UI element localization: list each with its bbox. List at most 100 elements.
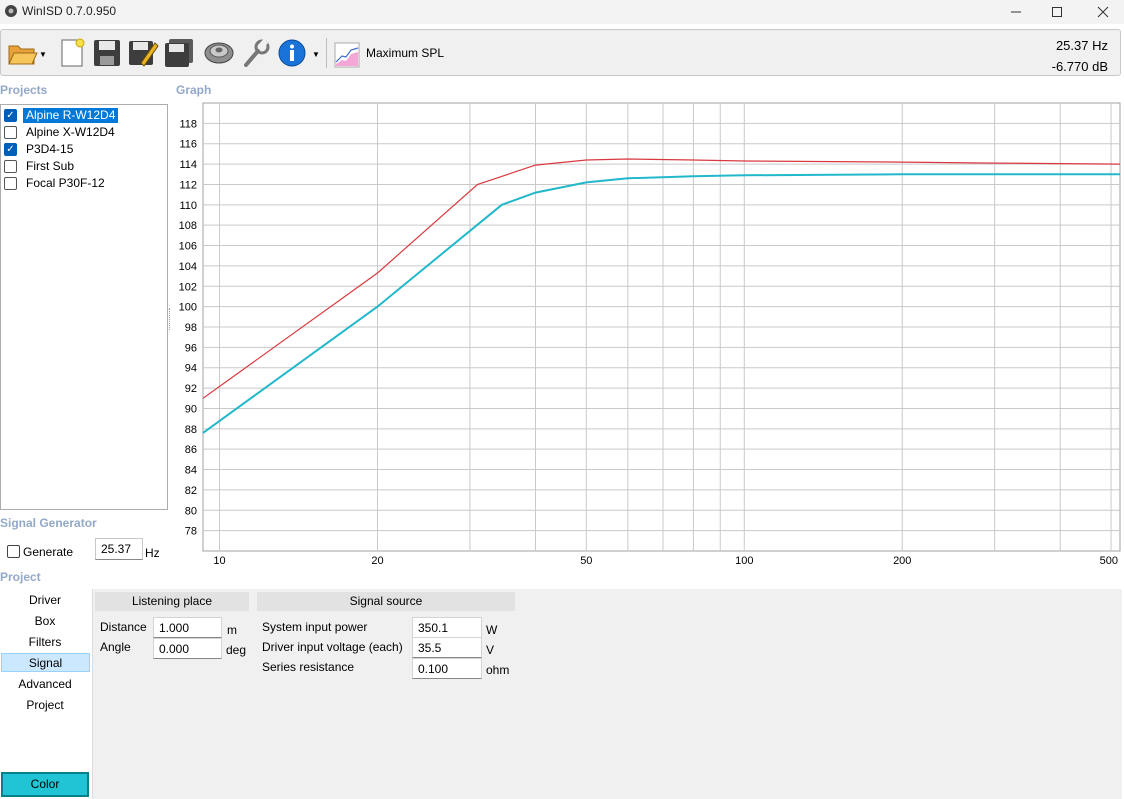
graph-title: Graph (176, 83, 212, 97)
y-tick-label: 114 (179, 159, 197, 171)
window-title: WinISD 0.7.0.950 (22, 4, 117, 18)
spl-chart[interactable]: 78 80 82 84 86 88 90 92 94 96 98 100 102 104 106 108 110… (170, 100, 1124, 572)
project-item[interactable]: Focal P30F-12 (2, 175, 108, 192)
input-voltage-unit: V (486, 643, 495, 657)
y-tick-label: 108 (179, 220, 197, 232)
save-all-button[interactable] (162, 36, 196, 70)
y-tick-label: 92 (185, 383, 197, 395)
minimize-icon (1011, 11, 1021, 13)
cursor-level-readout: -6.770 dB (1051, 59, 1108, 74)
save-button[interactable] (90, 36, 124, 70)
toolbar-separator (326, 38, 327, 68)
generator-frequency-input[interactable]: 25.37 (95, 538, 143, 560)
angle-input[interactable]: 0.000 (153, 638, 222, 659)
save-all-icon (165, 39, 193, 67)
input-power-label: System input power (262, 620, 368, 634)
y-tick-label: 102 (179, 281, 197, 293)
project-item[interactable]: First Sub (2, 158, 77, 175)
signal-settings-panel: Listening place Distance 1.000 m Angle 0… (92, 589, 1122, 799)
y-tick-label: 82 (185, 485, 197, 497)
project-label[interactable]: First Sub (23, 159, 77, 174)
signal-source-header: Signal source (257, 592, 515, 611)
new-document-icon (61, 38, 85, 67)
y-tick-label: 86 (185, 444, 197, 456)
generate-label[interactable]: Generate (23, 545, 73, 559)
open-dropdown-icon[interactable]: ▼ (39, 50, 47, 59)
y-tick-label: 88 (185, 424, 197, 436)
color-button[interactable]: Color (1, 772, 89, 797)
project-label[interactable]: P3D4-15 (23, 142, 76, 157)
y-tick-label: 78 (185, 526, 197, 538)
project-checkbox[interactable] (4, 126, 17, 139)
project-checkbox[interactable]: ✓ (4, 143, 17, 156)
project-checkbox[interactable] (4, 177, 17, 190)
tools-wrench-icon (244, 38, 270, 67)
distance-label: Distance (100, 620, 147, 634)
y-tick-label: 98 (185, 322, 197, 334)
toolbar: ▼ ▼ Maximum SPL 25.37 Hz -6.770 dB (0, 29, 1121, 76)
projects-title: Projects (0, 83, 48, 97)
maximize-button[interactable] (1034, 0, 1080, 24)
x-tick-label: 200 (893, 555, 911, 567)
project-checkbox[interactable] (4, 160, 17, 173)
input-power-input[interactable]: 350.1 (412, 617, 482, 638)
graph-mode-button[interactable] (334, 42, 360, 71)
project-label[interactable]: Alpine R-W12D4 (23, 108, 119, 123)
y-tick-label: 116 (179, 139, 197, 151)
y-tick-label: 110 (179, 200, 197, 212)
driver-button[interactable] (202, 36, 236, 70)
tools-button[interactable] (239, 36, 273, 70)
graph-mode-label[interactable]: Maximum SPL (366, 46, 444, 60)
save-icon (94, 40, 120, 66)
driver-speaker-icon (204, 42, 234, 64)
close-button[interactable] (1080, 0, 1124, 24)
project-item[interactable]: Alpine X-W12D4 (2, 124, 118, 141)
angle-label: Angle (100, 640, 131, 654)
nav-driver[interactable]: Driver (0, 591, 90, 610)
project-label[interactable]: Focal P30F-12 (23, 176, 108, 191)
nav-project[interactable]: Project (0, 696, 90, 715)
info-button[interactable] (275, 36, 309, 70)
series-resistance-label: Series resistance (262, 660, 355, 674)
distance-input[interactable]: 1.000 (153, 617, 222, 638)
project-checkbox[interactable]: ✓ (4, 109, 17, 122)
open-button[interactable] (5, 36, 39, 70)
y-tick-label: 94 (185, 363, 197, 375)
x-tick-label: 50 (580, 555, 592, 567)
input-voltage-label: Driver input voltage (each) (262, 640, 403, 654)
x-tick-label: 10 (213, 555, 225, 567)
x-tick-label: 500 (1100, 555, 1118, 567)
nav-advanced[interactable]: Advanced (0, 675, 90, 694)
project-panel-title: Project (0, 570, 41, 584)
projects-list[interactable]: ✓ Alpine R-W12D4 Alpine X-W12D4 ✓ P3D4-1… (0, 104, 168, 510)
nav-box[interactable]: Box (0, 612, 90, 631)
nav-filters[interactable]: Filters (0, 633, 90, 652)
y-tick-label: 106 (179, 241, 197, 253)
generate-checkbox[interactable] (7, 545, 20, 558)
x-tick-label: 20 (371, 555, 383, 567)
y-tick-label: 118 (179, 118, 197, 130)
app-icon (5, 5, 17, 17)
project-item[interactable]: ✓ Alpine R-W12D4 (2, 107, 119, 124)
minimize-button[interactable] (993, 0, 1039, 24)
nav-signal[interactable]: Signal (1, 653, 90, 672)
close-icon (1097, 6, 1109, 18)
maximize-icon (1052, 7, 1062, 17)
generator-frequency-unit: Hz (145, 546, 160, 560)
y-tick-label: 84 (185, 465, 197, 477)
title-bar: WinISD 0.7.0.950 (0, 0, 1124, 24)
save-as-button[interactable] (126, 36, 160, 70)
info-icon (278, 39, 306, 67)
cursor-frequency-readout: 25.37 Hz (1055, 38, 1108, 53)
project-item[interactable]: ✓ P3D4-15 (2, 141, 76, 158)
info-dropdown-icon[interactable]: ▼ (312, 50, 320, 59)
input-voltage-input[interactable]: 35.5 (412, 637, 482, 658)
listening-place-header: Listening place (95, 592, 249, 611)
series-resistance-input[interactable]: 0.100 (412, 658, 482, 679)
y-tick-label: 104 (179, 261, 197, 273)
y-tick-label: 80 (185, 505, 197, 517)
angle-unit: deg (226, 643, 246, 657)
project-label[interactable]: Alpine X-W12D4 (23, 125, 118, 140)
new-button[interactable] (55, 36, 89, 70)
y-tick-label: 100 (179, 302, 197, 314)
